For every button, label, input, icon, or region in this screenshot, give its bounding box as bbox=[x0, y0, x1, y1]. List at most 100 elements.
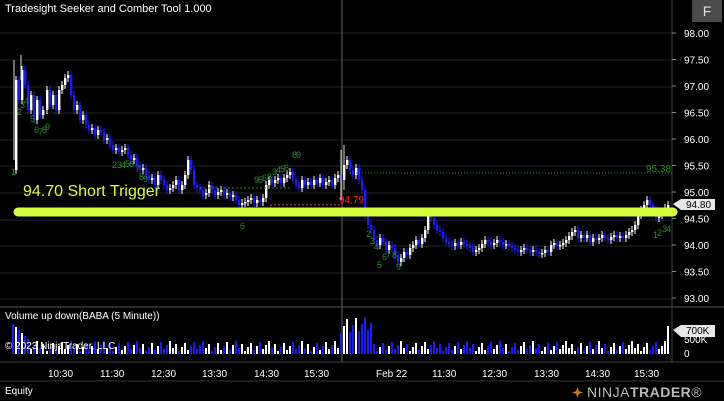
volume-bar bbox=[298, 345, 300, 354]
candle-body bbox=[169, 188, 172, 190]
candle-body bbox=[277, 178, 280, 180]
volume-bar bbox=[235, 341, 237, 354]
candle-body bbox=[193, 170, 196, 185]
volume-bar bbox=[430, 345, 432, 354]
volume-bar bbox=[511, 347, 513, 354]
candle-body bbox=[451, 244, 454, 246]
volume-bar bbox=[283, 343, 285, 354]
candle-body bbox=[124, 148, 127, 150]
candle-body bbox=[64, 78, 67, 85]
volume-bar bbox=[436, 348, 438, 354]
candle-body bbox=[307, 182, 310, 185]
candle-body bbox=[511, 246, 514, 248]
volume-bar bbox=[535, 348, 537, 354]
candle-body bbox=[289, 172, 292, 175]
candle-body bbox=[448, 242, 451, 244]
volume-bar bbox=[568, 348, 570, 354]
price-axis-label: 94.00 bbox=[684, 241, 709, 252]
volume-bar bbox=[607, 351, 609, 354]
price-axis-label: 97.50 bbox=[684, 56, 709, 67]
candle-body bbox=[547, 250, 550, 252]
candle-body bbox=[634, 225, 637, 230]
candle-body bbox=[583, 235, 586, 238]
volume-bar bbox=[427, 349, 429, 354]
volume-bar bbox=[610, 347, 612, 354]
volume-bar bbox=[664, 341, 666, 354]
candle-body bbox=[115, 148, 118, 150]
volume-bar bbox=[139, 348, 141, 354]
candle-body bbox=[226, 193, 229, 195]
logo-text-2: TRADER bbox=[629, 384, 692, 400]
candle-body bbox=[274, 180, 277, 183]
candle-body bbox=[250, 198, 253, 200]
volume-bar bbox=[448, 343, 450, 354]
volume-bar bbox=[649, 350, 651, 354]
candle-body bbox=[445, 238, 448, 242]
time-axis-label: 11:30 bbox=[100, 369, 125, 380]
candle-body bbox=[457, 243, 460, 245]
volume-bar bbox=[244, 351, 246, 354]
volume-bar bbox=[523, 342, 525, 354]
volume-bar bbox=[148, 347, 150, 354]
volume-bar bbox=[349, 332, 351, 354]
volume-bar bbox=[400, 341, 402, 354]
volume-bar bbox=[583, 350, 585, 354]
volume-bar bbox=[508, 351, 510, 354]
volume-bar bbox=[154, 350, 156, 354]
candle-body bbox=[187, 160, 190, 175]
candle-body bbox=[181, 185, 184, 190]
candle-body bbox=[436, 225, 439, 230]
candle-body bbox=[49, 90, 52, 105]
candle-body bbox=[262, 198, 265, 202]
candle-body bbox=[415, 240, 418, 245]
volume-bar bbox=[292, 342, 294, 354]
volume-bar bbox=[268, 341, 270, 354]
candle-body bbox=[496, 240, 499, 243]
time-axis-label: 15:30 bbox=[634, 369, 659, 380]
sequence-count: 6 bbox=[284, 163, 289, 173]
candle-body bbox=[484, 240, 487, 244]
candle-body bbox=[595, 238, 598, 240]
candle-body bbox=[625, 235, 628, 238]
volume-bar bbox=[124, 346, 126, 354]
sequence-count: 8 bbox=[392, 250, 397, 260]
volume-bar bbox=[373, 344, 375, 354]
volume-bar bbox=[145, 351, 147, 354]
volume-bar bbox=[463, 345, 465, 354]
current-volume-marker: 700K bbox=[673, 325, 715, 337]
volume-bar bbox=[484, 350, 486, 354]
candle-body bbox=[265, 185, 268, 198]
logo-text-1: NINJA bbox=[587, 384, 630, 400]
volume-bar bbox=[625, 349, 627, 354]
volume-bar bbox=[577, 347, 579, 354]
candle-body bbox=[175, 180, 178, 185]
volume-bar bbox=[307, 344, 309, 354]
format-button[interactable]: F bbox=[692, 0, 722, 22]
volume-bar bbox=[265, 345, 267, 354]
volume-bar bbox=[424, 342, 426, 354]
candle-body bbox=[55, 95, 58, 110]
volume-bar bbox=[592, 349, 594, 354]
volume-bar bbox=[196, 349, 198, 354]
volume-bar bbox=[544, 347, 546, 354]
candle-body bbox=[322, 178, 325, 185]
time-axis-label: 11:30 bbox=[432, 369, 457, 380]
volume-bar bbox=[526, 349, 528, 354]
volume-bar bbox=[622, 342, 624, 354]
tab-equity[interactable]: Equity bbox=[5, 386, 33, 397]
volume-bar bbox=[397, 345, 399, 354]
volume-bar bbox=[130, 349, 132, 354]
price-axis-label: 98.00 bbox=[684, 29, 709, 40]
volume-bar bbox=[595, 345, 597, 354]
volume-bar bbox=[127, 342, 129, 354]
candle-body bbox=[523, 248, 526, 250]
candle-body bbox=[36, 100, 39, 120]
candle-body bbox=[550, 245, 553, 252]
volume-bar bbox=[331, 345, 333, 354]
volume-bar bbox=[247, 347, 249, 354]
candle-body bbox=[142, 168, 145, 170]
candle-body bbox=[304, 180, 307, 185]
time-axis-label: 12:30 bbox=[151, 369, 176, 380]
candle-body bbox=[88, 125, 91, 130]
candle-body bbox=[349, 160, 352, 170]
